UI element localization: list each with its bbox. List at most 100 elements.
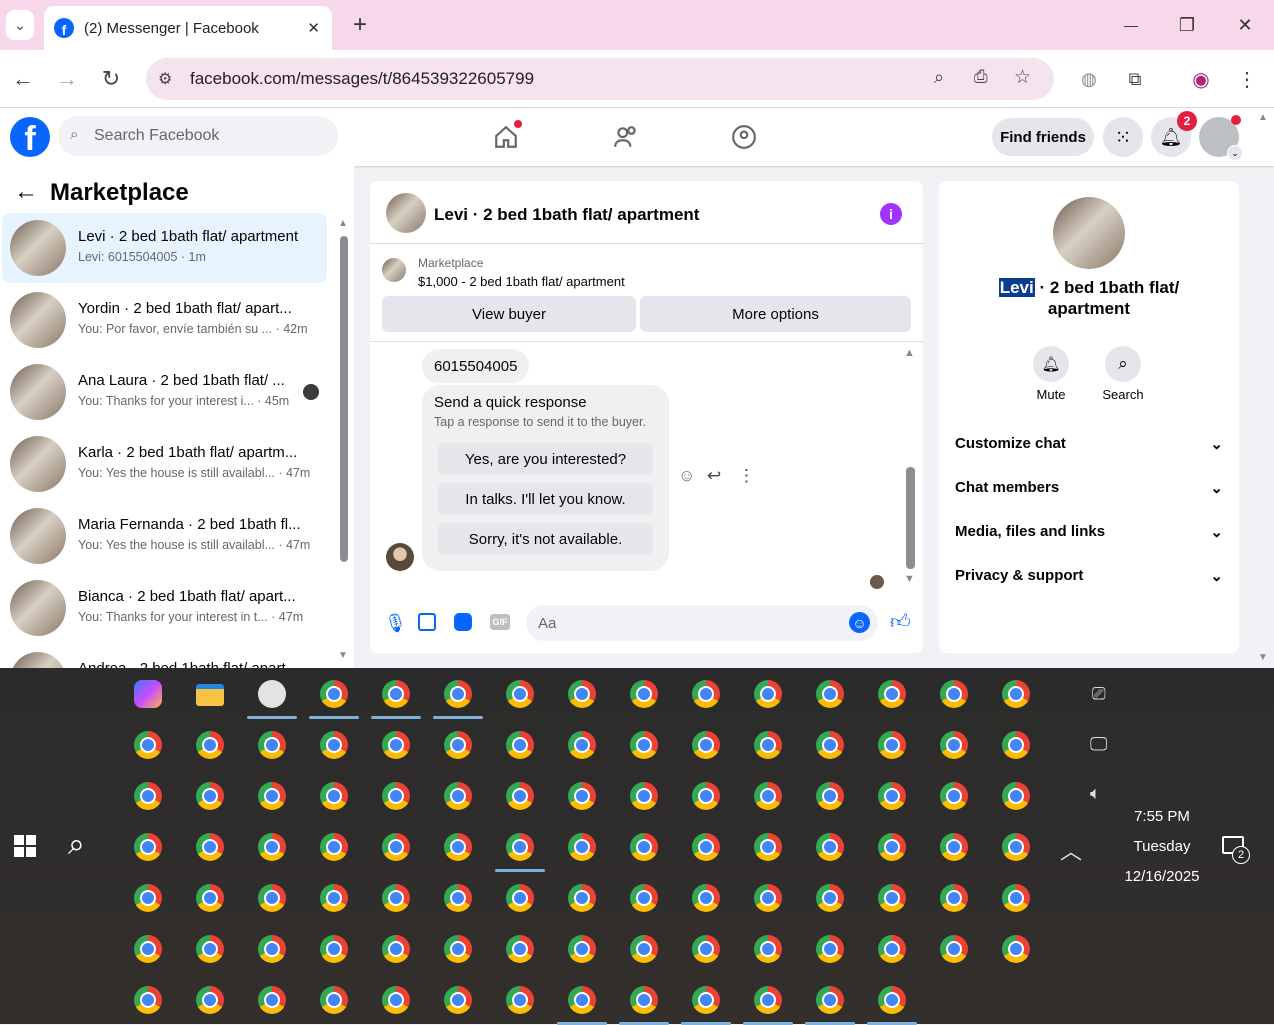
info-icon[interactable]: i — [880, 203, 902, 225]
chrome-taskbar-icon[interactable] — [1002, 731, 1030, 759]
url-field[interactable]: ⚙ facebook.com/messages/t/86453932260579… — [146, 58, 1054, 100]
install-app-icon[interactable]: ⎙ — [974, 67, 988, 87]
chrome-taskbar-icon[interactable] — [940, 782, 968, 810]
chrome-taskbar-icon[interactable] — [568, 884, 596, 912]
conversation-item[interactable]: Maria Fernanda · 2 bed 1bath fl... You: Y… — [2, 501, 327, 571]
chrome-taskbar-icon[interactable] — [382, 884, 410, 912]
chat-scroll-up-icon[interactable]: ▲ — [904, 347, 915, 359]
conversation-item[interactable]: Karla · 2 bed 1bath flat/ apartm... You: … — [2, 429, 327, 499]
page-scroll-up-icon[interactable]: ▲ — [1258, 112, 1268, 123]
chat-members-section[interactable]: Chat members ⌄ — [955, 479, 1223, 497]
chrome-taskbar-icon[interactable] — [382, 680, 410, 708]
chrome-taskbar-icon[interactable] — [1002, 680, 1030, 708]
chrome-taskbar-icon[interactable] — [196, 884, 224, 912]
translate-icon[interactable]: ◍ — [1074, 64, 1104, 94]
chrome-taskbar-icon[interactable] — [134, 935, 162, 963]
chrome-taskbar-icon[interactable] — [754, 680, 782, 708]
search-button[interactable]: ⌕ — [1105, 346, 1141, 382]
forward-icon[interactable]: → — [52, 62, 82, 96]
chrome-taskbar-icon[interactable] — [816, 833, 844, 861]
chrome-taskbar-icon[interactable] — [506, 680, 534, 708]
chrome-taskbar-icon[interactable] — [568, 731, 596, 759]
message-bubble[interactable]: 6015504005 — [422, 349, 530, 383]
site-settings-icon[interactable]: ⚙ — [158, 69, 172, 89]
chrome-taskbar-icon[interactable] — [506, 731, 534, 759]
chrome-taskbar-icon[interactable] — [382, 782, 410, 810]
chrome-taskbar-icon[interactable] — [1002, 884, 1030, 912]
clock-day[interactable]: Tuesday — [1102, 838, 1222, 855]
chrome-taskbar-icon[interactable] — [258, 935, 286, 963]
chrome-taskbar-icon[interactable] — [816, 986, 844, 1014]
photo-icon[interactable] — [418, 613, 436, 631]
page-scroll-down-icon[interactable]: ▼ — [1258, 652, 1268, 663]
sticker-icon[interactable] — [454, 613, 472, 631]
quick-response-option[interactable]: In talks. I'll let you know. — [438, 483, 653, 515]
back-arrow-icon[interactable]: ← — [14, 178, 38, 206]
show-hidden-icons[interactable]: ︿ — [1060, 834, 1082, 866]
chrome-taskbar-icon[interactable] — [692, 833, 720, 861]
chrome-taskbar-icon[interactable] — [382, 935, 410, 963]
chrome-taskbar-icon[interactable] — [568, 935, 596, 963]
chrome-taskbar-icon[interactable] — [506, 935, 534, 963]
chrome-taskbar-icon[interactable] — [258, 782, 286, 810]
chat-scroll-down-icon[interactable]: ▼ — [904, 573, 915, 585]
browser-tab[interactable]: f (2) Messenger | Facebook ✕ — [44, 6, 332, 50]
facebook-logo-icon[interactable]: f — [10, 117, 50, 157]
chrome-taskbar-icon[interactable] — [816, 731, 844, 759]
zoom-icon[interactable]: ⌕ — [934, 67, 944, 88]
extensions-icon[interactable]: ⧉ — [1120, 64, 1150, 94]
clock-date[interactable]: 12/16/2025 — [1102, 868, 1222, 885]
chat-scrollbar[interactable] — [906, 467, 915, 569]
copilot-icon[interactable] — [134, 680, 162, 708]
chrome-taskbar-icon[interactable] — [320, 782, 348, 810]
quick-response-option[interactable]: Yes, are you interested? — [438, 443, 653, 475]
chrome-taskbar-icon[interactable] — [754, 782, 782, 810]
groups-icon[interactable] — [728, 122, 760, 152]
chrome-taskbar-icon[interactable] — [134, 884, 162, 912]
chrome-taskbar-icon[interactable] — [258, 833, 286, 861]
conversation-item[interactable]: Levi · 2 bed 1bath flat/ apartment Levi: … — [2, 213, 327, 283]
chrome-taskbar-icon[interactable] — [382, 833, 410, 861]
mute-button[interactable]: 🔔︎ — [1033, 346, 1069, 382]
chrome-taskbar-icon[interactable] — [134, 986, 162, 1014]
chrome-taskbar-icon[interactable] — [196, 986, 224, 1014]
chrome-taskbar-icon[interactable] — [568, 782, 596, 810]
chrome-taskbar-icon[interactable] — [320, 986, 348, 1014]
chrome-taskbar-icon[interactable] — [878, 935, 906, 963]
chrome-taskbar-icon[interactable] — [382, 731, 410, 759]
chrome-taskbar-icon[interactable] — [1002, 935, 1030, 963]
close-window-button[interactable]: ✕ — [1230, 8, 1260, 42]
chrome-taskbar-icon[interactable] — [196, 782, 224, 810]
menu-grid-icon[interactable]: ⁙ — [1103, 117, 1143, 157]
chrome-taskbar-icon[interactable] — [444, 731, 472, 759]
chrome-taskbar-icon[interactable] — [506, 986, 534, 1014]
chrome-taskbar-icon[interactable] — [878, 680, 906, 708]
chrome-taskbar-icon[interactable] — [816, 884, 844, 912]
react-emoji-icon[interactable]: ☺ — [678, 466, 695, 486]
chrome-taskbar-icon[interactable] — [444, 986, 472, 1014]
chrome-taskbar-icon[interactable] — [878, 782, 906, 810]
tab-close-icon[interactable]: ✕ — [307, 19, 320, 37]
chrome-taskbar-icon[interactable] — [754, 884, 782, 912]
clock-time[interactable]: 7:55 PM — [1102, 808, 1222, 825]
chrome-taskbar-icon[interactable] — [134, 833, 162, 861]
chrome-taskbar-icon[interactable] — [320, 680, 348, 708]
customize-chat-section[interactable]: Customize chat ⌄ — [955, 435, 1223, 453]
network-icon[interactable]: 🖵︎ — [1090, 734, 1107, 755]
chrome-taskbar-icon[interactable] — [320, 884, 348, 912]
browser-menu-icon[interactable]: ⋮ — [1232, 64, 1262, 94]
home-icon[interactable] — [490, 120, 522, 152]
chrome-taskbar-icon[interactable] — [506, 884, 534, 912]
chrome-taskbar-icon[interactable] — [506, 833, 534, 861]
message-more-icon[interactable]: ⋮ — [738, 466, 755, 486]
chrome-taskbar-icon[interactable] — [568, 986, 596, 1014]
chrome-taskbar-icon[interactable] — [816, 935, 844, 963]
chrome-taskbar-icon[interactable] — [1002, 833, 1030, 861]
chrome-taskbar-icon[interactable] — [196, 731, 224, 759]
chrome-taskbar-icon[interactable] — [568, 833, 596, 861]
chat-header-avatar[interactable] — [386, 193, 426, 233]
windows-start-icon[interactable] — [14, 835, 36, 857]
chrome-taskbar-icon[interactable] — [816, 782, 844, 810]
chrome-taskbar-icon[interactable] — [940, 680, 968, 708]
bookmark-star-icon[interactable]: ☆ — [1014, 66, 1031, 89]
